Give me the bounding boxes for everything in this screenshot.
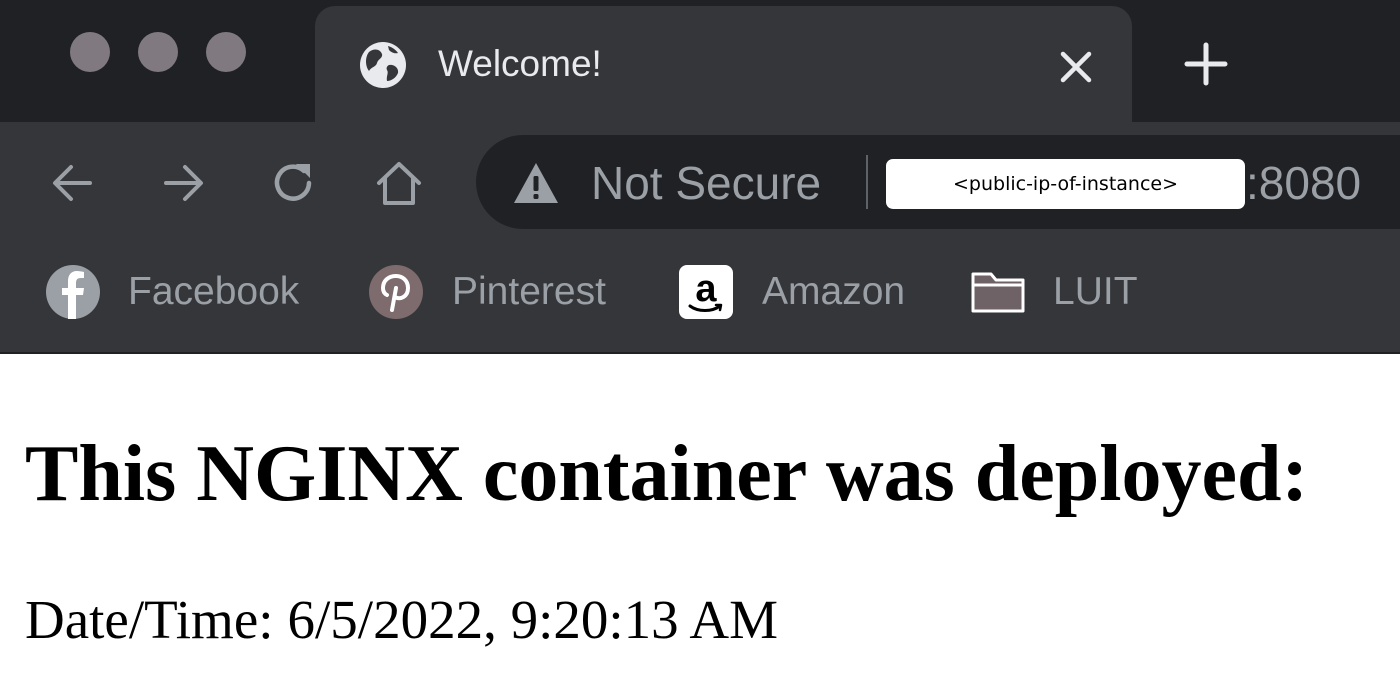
pinterest-icon	[369, 265, 423, 319]
home-icon[interactable]	[372, 156, 426, 210]
deployment-datetime: Date/Time: 6/5/2022, 9:20:13 AM	[25, 588, 778, 652]
arrow-left-icon[interactable]	[46, 156, 100, 210]
url-host: <public-ip-of-instance>	[952, 173, 1179, 195]
close-icon[interactable]	[1055, 46, 1097, 88]
address-bar-divider	[866, 155, 868, 209]
globe-icon	[360, 42, 406, 88]
bookmark-label: LUIT	[1053, 270, 1138, 313]
window-maximize-button[interactable]	[206, 32, 246, 72]
browser-chrome: Welcome! Not Secure <public-ip-of-instan…	[0, 0, 1400, 354]
security-status-label[interactable]: Not Secure	[591, 157, 821, 209]
page-heading: This NGINX container was deployed:	[25, 430, 1309, 518]
arrow-right-icon[interactable]	[156, 156, 210, 210]
toolbar-bottom-border	[0, 352, 1400, 354]
bookmark-label: Facebook	[128, 270, 300, 313]
folder-icon	[971, 272, 1025, 313]
warning-icon[interactable]	[512, 161, 560, 205]
bookmark-label: Amazon	[762, 270, 906, 313]
facebook-icon	[46, 265, 100, 319]
window-minimize-button[interactable]	[138, 32, 178, 72]
datetime-value: 6/5/2022, 9:20:13 AM	[287, 589, 778, 650]
bookmark-label: Pinterest	[452, 270, 606, 313]
address-bar[interactable]: Not Secure <public-ip-of-instance> :8080	[476, 135, 1400, 229]
tab-strip: Welcome!	[0, 0, 1400, 122]
reload-icon[interactable]	[266, 156, 320, 210]
url-port[interactable]: :8080	[1246, 157, 1361, 209]
plus-icon[interactable]	[1182, 40, 1230, 88]
tab-welcome[interactable]: Welcome!	[315, 6, 1132, 122]
datetime-label: Date/Time:	[25, 589, 274, 650]
window-close-button[interactable]	[70, 32, 110, 72]
tab-title: Welcome!	[438, 43, 602, 84]
url-host-box[interactable]: <public-ip-of-instance>	[886, 159, 1245, 209]
amazon-icon: a	[679, 265, 733, 319]
svg-text:a: a	[695, 268, 717, 310]
